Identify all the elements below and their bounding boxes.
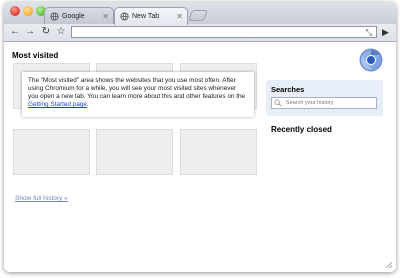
new-tab-button[interactable] [187, 10, 209, 21]
search-history-input[interactable] [271, 97, 377, 109]
forward-arrow-icon[interactable]: → [24, 26, 36, 38]
go-arrow-icon[interactable]: ▶ [382, 26, 389, 38]
most-visited-thumbnail[interactable] [96, 129, 173, 175]
search-icon [274, 99, 282, 107]
back-arrow-icon[interactable]: ← [9, 26, 21, 38]
globe-icon [120, 12, 129, 21]
recently-closed-title: Recently closed [271, 125, 332, 134]
globe-icon [50, 11, 59, 21]
tab-new-tab[interactable]: New Tab ✕ [114, 7, 188, 25]
info-text: The "Most visited" area shows the websit… [28, 77, 246, 100]
search-engine-icon[interactable]: ⤡ [366, 27, 372, 38]
most-visited-thumbnail[interactable] [180, 129, 257, 175]
title-bar: Google ✕ New Tab ✕ [4, 2, 396, 25]
browser-window: Google ✕ New Tab ✕ ← → ↻ ☆ ⤡ ▶ Most visi… [4, 2, 396, 272]
star-icon[interactable]: ☆ [55, 26, 67, 38]
omnibox-value [72, 35, 75, 42]
most-visited-info-box: The "Most visited" area shows the websit… [22, 72, 254, 117]
searches-panel: Searches [266, 80, 383, 116]
most-visited-thumbnail[interactable] [13, 129, 90, 175]
searches-title: Searches [271, 85, 305, 94]
close-icon[interactable]: ✕ [176, 12, 183, 21]
most-visited-title: Most visited [12, 51, 59, 60]
getting-started-link[interactable]: Getting Started page [28, 101, 87, 108]
close-icon[interactable]: ✕ [102, 12, 109, 21]
new-tab-page: Most visited The "Most visited" area sho… [4, 42, 396, 272]
chromium-logo-icon [359, 48, 383, 72]
toolbar: ← → ↻ ☆ ⤡ ▶ [4, 24, 396, 42]
omnibox[interactable]: ⤡ [71, 26, 377, 38]
tab-google[interactable]: Google ✕ [44, 7, 114, 24]
tab-label: New Tab [132, 13, 160, 20]
info-text-end: . [86, 101, 89, 108]
minimize-window-button[interactable] [23, 6, 33, 16]
show-full-history-link[interactable]: Show full history » [15, 195, 68, 202]
reload-icon[interactable]: ↻ [40, 26, 52, 38]
resize-grip-icon[interactable] [385, 261, 393, 269]
close-window-button[interactable] [10, 6, 20, 16]
tab-label: Google [62, 12, 85, 20]
